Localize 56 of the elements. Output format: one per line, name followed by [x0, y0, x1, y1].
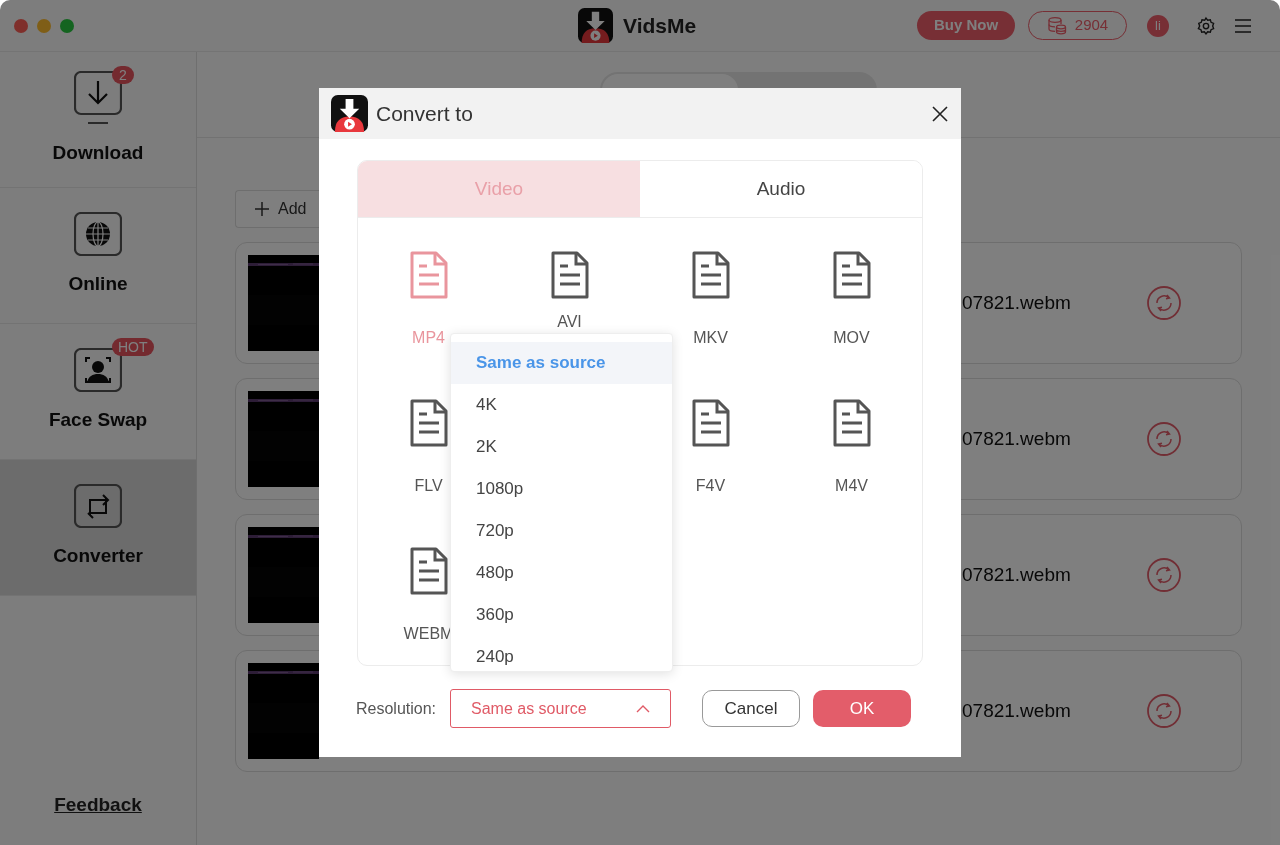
- format-option[interactable]: FLV: [414, 478, 443, 494]
- document-icon: [409, 399, 448, 447]
- format-option[interactable]: MOV: [833, 330, 870, 346]
- app-logo-icon: [331, 95, 368, 132]
- plus-icon: [254, 201, 270, 217]
- resolution-option[interactable]: 720p: [451, 510, 672, 552]
- caret-icon: [636, 704, 650, 713]
- sidebar-item-label: Online: [68, 272, 128, 297]
- file-name: 07821.webm: [962, 698, 1071, 723]
- cancel-button[interactable]: Cancel: [702, 690, 800, 727]
- format-option[interactable]: F4V: [695, 478, 726, 494]
- app-title: VidsMe: [623, 12, 697, 39]
- convert-icon[interactable]: [1147, 286, 1181, 320]
- format-option[interactable]: AVI: [557, 314, 582, 330]
- dialog-title: Convert to: [376, 100, 473, 127]
- convert-icon[interactable]: [1147, 694, 1181, 728]
- settings-icon[interactable]: [1196, 15, 1216, 36]
- resolution-label: Resolution:: [356, 698, 438, 719]
- document-icon: [691, 251, 730, 299]
- resolution-option[interactable]: 1080p: [451, 468, 672, 510]
- globe-icon: [74, 212, 122, 257]
- resolution-option[interactable]: 4K: [451, 384, 672, 426]
- file-name: 07821.webm: [962, 426, 1071, 451]
- document-icon: [832, 251, 871, 299]
- resolution-option[interactable]: 240p: [451, 636, 672, 678]
- convert-icon[interactable]: [1147, 422, 1181, 456]
- convert-icon[interactable]: [1147, 558, 1181, 592]
- maximize-window-button[interactable]: [60, 18, 74, 33]
- resolution-option[interactable]: 480p: [451, 552, 672, 594]
- app-logo-icon: [578, 8, 613, 43]
- badge: 2: [112, 66, 134, 84]
- file-name: 07821.webm: [962, 290, 1071, 315]
- resolution-option[interactable]: 2K: [451, 426, 672, 468]
- sidebar-item-label: Face Swap: [48, 408, 148, 433]
- badge: HOT: [112, 338, 154, 356]
- coins-icon: [1046, 15, 1067, 36]
- sidebar-item-label: Download: [52, 141, 144, 166]
- file-name: 07821.webm: [962, 562, 1071, 587]
- format-option[interactable]: M4V: [835, 478, 868, 494]
- document-icon: [550, 251, 589, 299]
- document-icon: [691, 399, 730, 447]
- sidebar-item[interactable]: Converter: [0, 460, 196, 596]
- minimize-window-button[interactable]: [37, 18, 51, 33]
- add-button[interactable]: Add: [235, 190, 319, 228]
- convert-icon: [74, 484, 122, 529]
- document-icon: [409, 547, 448, 595]
- menu-icon[interactable]: [1234, 17, 1252, 34]
- document-icon: [409, 251, 448, 299]
- feedback-link[interactable]: Feedback: [54, 790, 142, 819]
- resolution-dropdown[interactable]: Same as source: [450, 689, 671, 728]
- sidebar-item-label: Converter: [53, 544, 143, 569]
- close-window-button[interactable]: [14, 18, 28, 33]
- format-option[interactable]: MKV: [693, 330, 728, 346]
- close-icon[interactable]: [932, 105, 948, 122]
- resolution-option[interactable]: 360p: [451, 594, 672, 636]
- document-icon: [832, 399, 871, 447]
